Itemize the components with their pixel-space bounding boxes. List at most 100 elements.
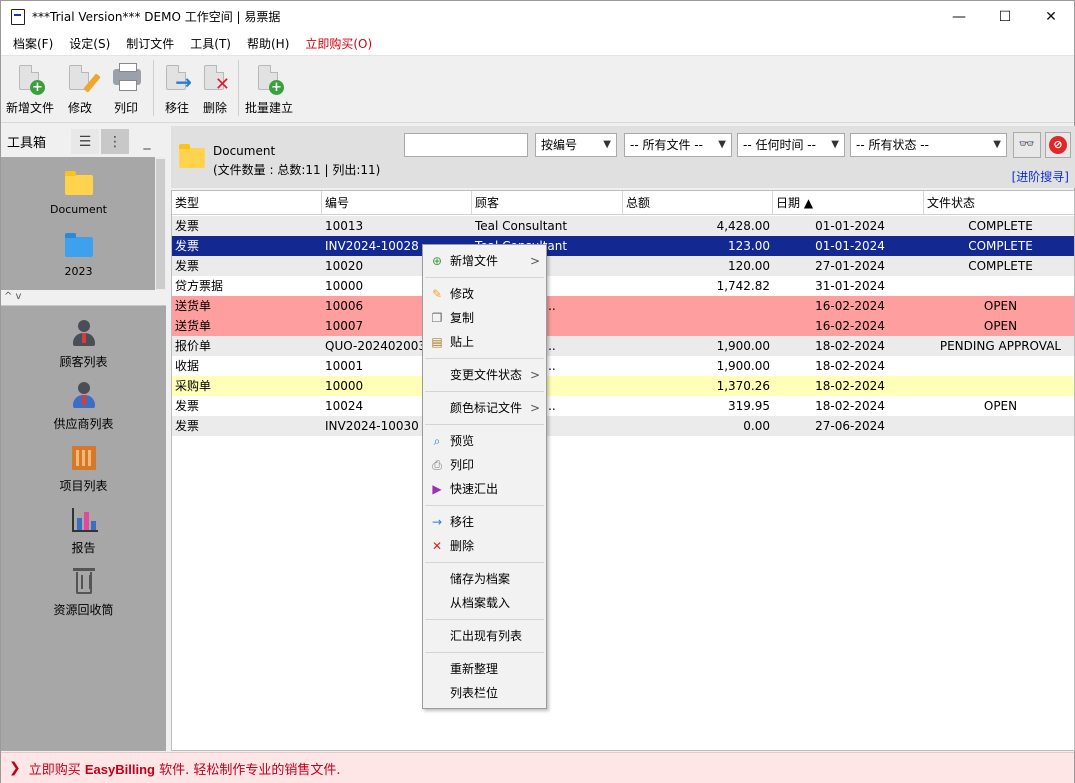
batch-create-icon: + bbox=[254, 63, 284, 95]
edit-button[interactable]: 修改 bbox=[57, 57, 103, 119]
nav-recycle-bin[interactable]: 资源回收筒 bbox=[1, 568, 166, 618]
menu-settings[interactable]: 设定(S) bbox=[61, 35, 118, 52]
batch-create-button[interactable]: + 批量建立 bbox=[243, 57, 295, 119]
cell-status: COMPLETE bbox=[968, 259, 1033, 273]
cell-date: 16-02-2024 bbox=[815, 319, 885, 333]
ctx-copy[interactable]: ❐ 复制 bbox=[423, 306, 546, 330]
menu-file[interactable]: 档案(F) bbox=[5, 35, 61, 52]
ctx-color-mark[interactable]: 颜色标记文件 > bbox=[423, 396, 546, 420]
arrow-right-icon: → bbox=[431, 515, 443, 529]
table-row[interactable]: 贷方票据10000up1,742.8231-01-2024 bbox=[172, 276, 1074, 296]
ctx-refresh[interactable]: 重新整理 bbox=[423, 657, 546, 681]
cell-date: 31-01-2024 bbox=[815, 279, 885, 293]
cell-date: 18-02-2024 bbox=[815, 399, 885, 413]
nav-label: 项目列表 bbox=[59, 479, 108, 493]
folder-2023[interactable]: 2023 bbox=[21, 233, 136, 278]
move-label: 移往 bbox=[164, 101, 189, 115]
ctx-save-archive[interactable]: 储存为档案 bbox=[423, 567, 546, 591]
ctx-print[interactable]: ⎙ 列印 bbox=[423, 453, 546, 477]
ctx-change-status[interactable]: 变更文件状态 > bbox=[423, 363, 546, 387]
print-button[interactable]: 列印 bbox=[103, 57, 149, 119]
column-header-status[interactable]: 文件状态 bbox=[924, 191, 1074, 215]
list-view-icon[interactable]: ☰ bbox=[71, 129, 99, 154]
search-input[interactable] bbox=[404, 133, 528, 157]
column-header-amount[interactable]: 总额 bbox=[623, 191, 773, 215]
grid-view-icon[interactable]: ⋮ bbox=[101, 129, 129, 154]
status-filter-select[interactable]: -- 所有状态 -- ▼ bbox=[850, 133, 1007, 157]
clear-filter-button[interactable]: ⊘ bbox=[1045, 132, 1071, 158]
menu-help[interactable]: 帮助(H) bbox=[239, 35, 297, 52]
promo-status-bar[interactable]: ❯ 立即购买 EasyBilling 软件. 轻松制作专业的销售文件. bbox=[1, 752, 1074, 783]
clear-icon: ⊘ bbox=[1049, 136, 1067, 154]
panel-splitter[interactable]: ^ v bbox=[1, 291, 166, 305]
ctx-label: 新增文件 bbox=[450, 254, 499, 268]
ctx-export-list[interactable]: 汇出现有列表 bbox=[423, 624, 546, 648]
table-row[interactable]: 发票INV2024-10028Teal Consultant123.0001-0… bbox=[172, 236, 1074, 256]
folder-document[interactable]: Document bbox=[21, 171, 136, 216]
ctx-label: 变更文件状态 bbox=[450, 368, 523, 382]
delete-button[interactable]: ✕ 删除 bbox=[196, 57, 234, 119]
promo-prefix: 立即购买 bbox=[28, 762, 81, 778]
cell-date: 27-01-2024 bbox=[815, 259, 885, 273]
cell-status bbox=[924, 276, 1074, 296]
column-header-number[interactable]: 编号 bbox=[322, 191, 472, 215]
search-binoculars-button[interactable]: 👓 bbox=[1013, 132, 1041, 158]
column-header-customer[interactable]: 顾客 bbox=[472, 191, 623, 215]
advanced-search-link[interactable]: [进阶搜寻] bbox=[1012, 168, 1069, 185]
ctx-label: 复制 bbox=[450, 311, 475, 325]
ctx-preview[interactable]: ⌕ 预览 bbox=[423, 429, 546, 453]
scrollbar-thumb[interactable] bbox=[156, 159, 165, 289]
menu-buy-now[interactable]: 立即购买(O) bbox=[297, 35, 380, 52]
submenu-arrow-icon: > bbox=[529, 401, 540, 415]
ctx-edit[interactable]: ✎ 修改 bbox=[423, 282, 546, 306]
chevron-right-icon: ❯ bbox=[9, 760, 21, 776]
ctx-move[interactable]: → 移往 bbox=[423, 510, 546, 534]
ctx-paste[interactable]: ▤ 贴上 bbox=[423, 330, 546, 354]
menu-create-document[interactable]: 制订文件 bbox=[118, 35, 182, 52]
delete-label: 删除 bbox=[202, 101, 227, 115]
ctx-list-columns[interactable]: 列表栏位 bbox=[423, 681, 546, 705]
ctx-delete[interactable]: ✕ 删除 bbox=[423, 534, 546, 558]
file-type-select[interactable]: -- 所有文件 -- ▼ bbox=[624, 133, 732, 157]
folder-label: Document bbox=[50, 203, 107, 216]
nav-items[interactable]: 项目列表 bbox=[1, 444, 166, 494]
cell-amount: 120.00 bbox=[728, 259, 770, 273]
ctx-quick-export[interactable]: ▶ 快速汇出 bbox=[423, 477, 546, 501]
minimize-panel-icon[interactable]: _ bbox=[133, 129, 161, 154]
chevron-down-icon: ▼ bbox=[831, 139, 839, 150]
ctx-load-archive[interactable]: 从档案载入 bbox=[423, 591, 546, 615]
table-row[interactable]: 报价单QUO-202402003elopment C...1,900.0018-… bbox=[172, 336, 1074, 356]
ctx-new-document[interactable]: ⊕ 新增文件 > bbox=[423, 249, 546, 273]
column-header-date[interactable]: 日期 ▲ bbox=[773, 191, 924, 215]
table-row[interactable]: 采购单10000td1,370.2618-02-2024 bbox=[172, 376, 1074, 396]
cell-date: 01-01-2024 bbox=[815, 219, 885, 233]
table-row[interactable]: 发票10020Co120.0027-01-2024COMPLETE bbox=[172, 256, 1074, 276]
new-document-button[interactable]: + 新增文件 bbox=[3, 57, 57, 119]
folder-scrollbar[interactable] bbox=[155, 157, 166, 290]
close-button[interactable]: ✕ bbox=[1028, 1, 1074, 32]
minimize-button[interactable]: — bbox=[936, 1, 982, 32]
nav-customers[interactable]: 顾客列表 bbox=[1, 320, 166, 370]
table-row[interactable]: 发票 INV2024-10030 0.00 27-06-2024 bbox=[172, 416, 1074, 436]
window-controls: — ☐ ✕ bbox=[936, 1, 1074, 32]
nav-reports[interactable]: 报告 bbox=[1, 506, 166, 556]
table-row[interactable]: 发票10024elopment C...319.9518-02-2024OPEN bbox=[172, 396, 1074, 416]
nav-suppliers[interactable]: 供应商列表 bbox=[1, 382, 166, 432]
export-icon: ▶ bbox=[432, 482, 442, 496]
table-row[interactable]: 送货单10007Man16-02-2024OPEN bbox=[172, 316, 1074, 336]
sort-by-select[interactable]: 按编号 ▼ bbox=[535, 133, 617, 157]
column-header-type[interactable]: 类型 bbox=[172, 191, 322, 215]
table-row[interactable]: 送货单10006elopment C...16-02-2024OPEN bbox=[172, 296, 1074, 316]
cell-status bbox=[924, 416, 1074, 436]
app-logo-icon bbox=[11, 8, 25, 25]
table-row[interactable]: 发票 10013 Teal Consultant 4,428.00 01-01-2024… bbox=[172, 216, 1074, 236]
maximize-button[interactable]: ☐ bbox=[982, 1, 1028, 32]
edit-label: 修改 bbox=[67, 101, 92, 115]
cell-amount: 1,900.00 bbox=[716, 359, 770, 373]
time-filter-select[interactable]: -- 任何时间 -- ▼ bbox=[737, 133, 845, 157]
table-row[interactable]: 收据10001elopment C...1,900.0018-02-2024 bbox=[172, 356, 1074, 376]
app-window: ***Trial Version*** DEMO 工作空间 | 易票据 — ☐ … bbox=[0, 0, 1075, 783]
menu-tools[interactable]: 工具(T) bbox=[182, 35, 239, 52]
ctx-label: 删除 bbox=[450, 539, 475, 553]
move-button[interactable]: → 移往 bbox=[158, 57, 196, 119]
